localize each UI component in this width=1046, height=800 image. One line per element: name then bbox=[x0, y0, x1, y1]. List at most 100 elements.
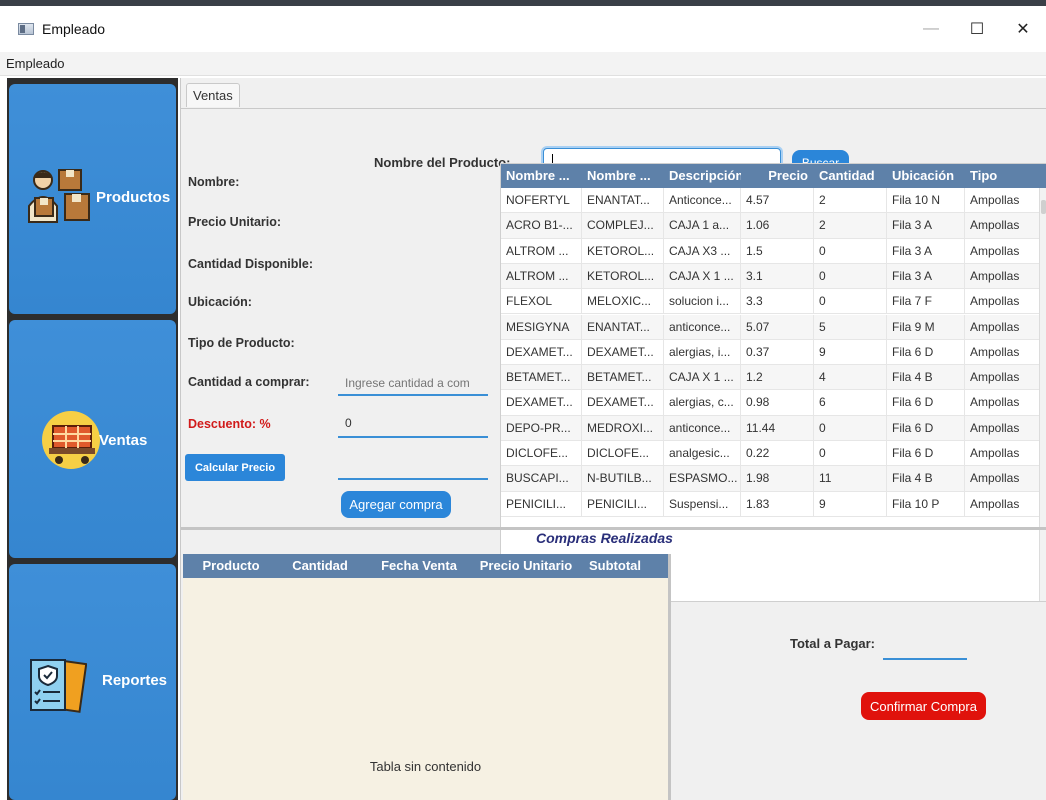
table-cell: Ampollas bbox=[965, 415, 1041, 440]
tab-divider bbox=[181, 108, 1046, 109]
table-cell: Ampollas bbox=[965, 289, 1041, 314]
main-panel: Ventas Nombre del Producto: Buscar Nombr… bbox=[180, 78, 1046, 800]
table-cell: DICLOFE... bbox=[501, 441, 582, 466]
table-cell: ALTROM ... bbox=[501, 238, 582, 263]
table-cell: CAJA 1 a... bbox=[664, 213, 741, 238]
table-cell: 0.98 bbox=[741, 390, 814, 415]
tipo-producto-label: Tipo de Producto: bbox=[188, 336, 295, 350]
table-cell: 4 bbox=[814, 365, 887, 390]
close-button[interactable]: ✕ bbox=[1000, 6, 1046, 52]
table-cell: solucion i... bbox=[664, 289, 741, 314]
table-row[interactable]: DEXAMET... DEXAMET... alergias, c... 0.98 6 F… bbox=[501, 390, 1041, 416]
table-cell: Ampollas bbox=[965, 238, 1041, 263]
table-cell: Fila 6 D bbox=[887, 390, 965, 415]
sidebar-item-label: Ventas bbox=[99, 432, 148, 449]
column-header[interactable]: Cantidad bbox=[279, 554, 361, 578]
table-row[interactable]: BETAMET... BETAMET... CAJA X 1 ... 1.2 4 Fila… bbox=[501, 365, 1041, 391]
table-row[interactable]: NOFERTYL ENANTAT... Anticonce... 4.57 2 Fila … bbox=[501, 188, 1041, 214]
menu-empleado[interactable]: Empleado bbox=[6, 56, 65, 71]
table-cell: DEPO-PR... bbox=[501, 415, 582, 440]
table-cell: Fila 7 F bbox=[887, 289, 965, 314]
confirmar-compra-button[interactable]: Confirmar Compra bbox=[861, 692, 986, 720]
table-cell: BETAMET... bbox=[582, 365, 664, 390]
title-bar: Empleado — ☐ ✕ bbox=[0, 6, 1046, 52]
column-header[interactable]: Subtotal bbox=[575, 554, 655, 578]
table-cell: Fila 3 A bbox=[887, 238, 965, 263]
table-cell: Ampollas bbox=[965, 263, 1041, 289]
table-cell: DEXAMET... bbox=[501, 390, 582, 415]
table-cell: 0 bbox=[814, 289, 887, 314]
descuento-input[interactable]: 0 bbox=[338, 412, 488, 438]
table-cell: anticonce... bbox=[664, 415, 741, 440]
column-header[interactable]: Descripción bbox=[664, 164, 741, 188]
column-header[interactable]: Nombre ... bbox=[501, 164, 582, 188]
agregar-compra-button[interactable]: Agregar compra bbox=[341, 491, 451, 518]
table-row[interactable]: BUSCAPI... N-BUTILB... ESPASMO... 1.98 11 Fil… bbox=[501, 466, 1041, 492]
table-row[interactable]: DICLOFE... DICLOFE... analgesic... 0.22 0 Fil… bbox=[501, 441, 1041, 467]
table-row[interactable]: DEXAMET... DEXAMET... alergias, i... 0.37 9 F… bbox=[501, 339, 1041, 366]
table-cell: BUSCAPI... bbox=[501, 466, 582, 491]
sidebar-item-label: Reportes bbox=[102, 672, 168, 689]
column-header[interactable]: Ubicación bbox=[887, 164, 965, 188]
column-header[interactable]: Fecha Venta bbox=[361, 554, 477, 578]
cantidad-comprar-input[interactable] bbox=[338, 371, 488, 396]
table-cell: Fila 10 N bbox=[887, 188, 965, 213]
column-header[interactable]: Nombre ... bbox=[582, 164, 664, 188]
table-cell: Ampollas bbox=[965, 188, 1041, 213]
column-header[interactable]: Cantidad bbox=[814, 164, 887, 188]
menu-bar: Empleado bbox=[0, 52, 1046, 76]
table-cell: Ampollas bbox=[965, 213, 1041, 238]
column-header[interactable]: Tipo bbox=[965, 164, 1041, 188]
table-cell: Fila 6 D bbox=[887, 415, 965, 440]
table-row[interactable]: DEPO-PR... MEDROXI... anticonce... 11.44 0 Fi… bbox=[501, 415, 1041, 441]
calcular-precio-button[interactable]: Calcular Precio bbox=[185, 454, 285, 481]
worker-boxes-icon bbox=[25, 166, 93, 230]
total-value-field bbox=[883, 658, 967, 660]
table-cell: 11 bbox=[814, 466, 887, 491]
sidebar-item-ventas[interactable]: Ventas bbox=[9, 320, 176, 558]
window-title: Empleado bbox=[42, 21, 106, 37]
table-cell: KETOROL... bbox=[582, 238, 664, 263]
compras-title: Compras Realizadas bbox=[536, 530, 673, 546]
app-window-icon bbox=[18, 23, 34, 35]
tab-ventas[interactable]: Ventas bbox=[186, 83, 240, 107]
column-header[interactable]: Precio Unitario bbox=[477, 554, 575, 578]
descuento-label: Descuento: % bbox=[188, 417, 271, 431]
window-controls: — ☐ ✕ bbox=[908, 6, 1046, 52]
minimize-button[interactable]: — bbox=[908, 6, 954, 52]
table-cell: anticonce... bbox=[664, 314, 741, 339]
precio-unitario-label: Precio Unitario: bbox=[188, 215, 282, 229]
table-cell: DEXAMET... bbox=[582, 339, 664, 365]
sidebar-item-label: Productos bbox=[96, 189, 171, 206]
table-cell: Ampollas bbox=[965, 339, 1041, 365]
table-cell: Fila 10 P bbox=[887, 491, 965, 516]
column-header[interactable]: Producto bbox=[183, 554, 279, 578]
products-table-header: Nombre ... Nombre ... Descripción Precio Can… bbox=[501, 164, 1046, 188]
table-cell: BETAMET... bbox=[501, 365, 582, 390]
table-row[interactable]: ALTROM ... KETOROL... CAJA X 1 ... 3.1 0 Fila… bbox=[501, 263, 1041, 290]
table-row[interactable]: ACRO B1-... COMPLEJ... CAJA 1 a... 1.06 2 Fil… bbox=[501, 213, 1041, 239]
table-cell: Fila 4 B bbox=[887, 466, 965, 491]
table-cell: 1.06 bbox=[741, 213, 814, 238]
table-row[interactable]: FLEXOL MELOXIC... solucion i... 3.3 0 Fila 7 … bbox=[501, 289, 1041, 315]
table-cell: 5 bbox=[814, 314, 887, 339]
table-row[interactable]: MESIGYNA ENANTAT... anticonce... 5.07 5 Fila … bbox=[501, 314, 1041, 340]
table-cell: 0 bbox=[814, 415, 887, 440]
sidebar-item-productos[interactable]: Productos bbox=[9, 84, 176, 314]
sidebar-item-reportes[interactable]: Reportes bbox=[9, 564, 176, 800]
column-header[interactable]: Precio bbox=[741, 164, 814, 188]
table-row[interactable]: ALTROM ... KETOROL... CAJA X3 ... 1.5 0 Fila … bbox=[501, 238, 1041, 264]
table-cell: CAJA X3 ... bbox=[664, 238, 741, 263]
nombre-label: Nombre: bbox=[188, 175, 240, 189]
table-cell: 9 bbox=[814, 339, 887, 365]
table-cell: Ampollas bbox=[965, 365, 1041, 390]
maximize-button[interactable]: ☐ bbox=[954, 6, 1000, 52]
purchases-table-header: Producto Cantidad Fecha Venta Precio Unitar… bbox=[183, 554, 668, 578]
table-cell: MESIGYNA bbox=[501, 314, 582, 339]
table-cell: NOFERTYL bbox=[501, 188, 582, 213]
table-row[interactable]: PENICILI... PENICILI... Suspensi... 1.83 9 Fi… bbox=[501, 491, 1041, 517]
table-cell: alergias, i... bbox=[664, 339, 741, 365]
table-cell: alergias, c... bbox=[664, 390, 741, 415]
shield-checklist-icon bbox=[25, 656, 88, 718]
vertical-scrollbar[interactable] bbox=[1039, 188, 1046, 601]
